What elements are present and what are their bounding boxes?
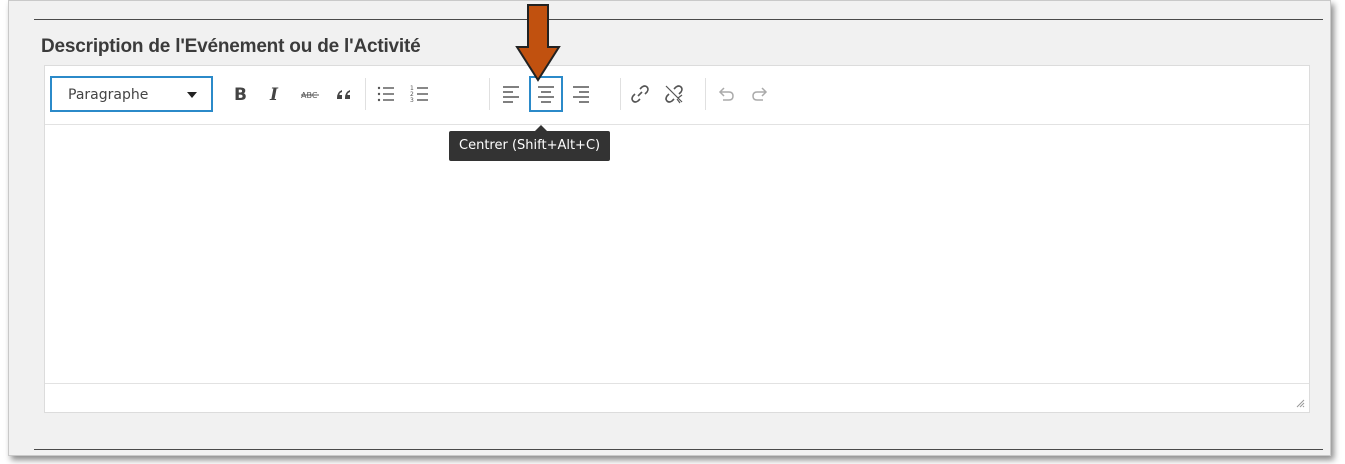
align-left-icon [503, 86, 519, 103]
bold-icon: B [234, 85, 247, 104]
align-center-icon [538, 86, 554, 103]
quote-icon [337, 90, 350, 99]
bullet-list-button[interactable] [369, 76, 403, 112]
resize-handle-icon[interactable] [1295, 398, 1305, 408]
strikethrough-icon: ABC [301, 91, 319, 100]
redo-icon [752, 87, 768, 101]
toolbar-separator [489, 78, 490, 110]
align-center-tooltip: Centrer (Shift+Alt+C) [449, 125, 611, 161]
undo-button[interactable] [709, 76, 743, 112]
italic-button[interactable]: I [259, 76, 293, 112]
bold-button[interactable]: B [223, 76, 257, 112]
svg-text:3: 3 [410, 97, 414, 104]
strikethrough-button[interactable]: ABC [293, 76, 327, 112]
format-select[interactable]: Paragraphe [50, 76, 213, 112]
field-label: Description de l'Evénement ou de l'Activ… [41, 36, 421, 57]
align-right-button[interactable] [564, 76, 598, 112]
toolbar-separator [705, 78, 706, 110]
italic-icon: I [269, 85, 279, 104]
svg-text:B: B [234, 85, 247, 104]
down-arrow-annotation-icon [515, 4, 561, 82]
align-right-icon [573, 86, 589, 103]
unlink-icon [665, 85, 683, 104]
redo-button[interactable] [743, 76, 777, 112]
format-select-value: Paragraphe [68, 87, 149, 103]
rich-text-editor: Paragraphe B I ABC 1 2 3 [44, 65, 1310, 413]
numbered-list-icon: 1 2 3 [410, 85, 428, 104]
bottom-divider [34, 449, 1323, 450]
bullet-list-icon [377, 86, 394, 102]
editor-content-area[interactable] [45, 125, 1309, 383]
link-icon [631, 85, 649, 103]
editor-statusbar [45, 383, 1309, 412]
insert-link-button[interactable] [623, 76, 657, 112]
undo-icon [718, 87, 734, 101]
caret-down-icon [187, 92, 197, 98]
toolbar-separator [620, 78, 621, 110]
remove-link-button[interactable] [657, 76, 691, 112]
blockquote-button[interactable] [327, 76, 361, 112]
form-panel: Description de l'Evénement ou de l'Activ… [8, 0, 1331, 456]
editor-toolbar: Paragraphe B I ABC 1 2 3 [45, 66, 1309, 125]
svg-text:I: I [269, 85, 279, 104]
top-divider [34, 19, 1323, 20]
numbered-list-button[interactable]: 1 2 3 [403, 76, 437, 112]
toolbar-separator [365, 78, 366, 110]
